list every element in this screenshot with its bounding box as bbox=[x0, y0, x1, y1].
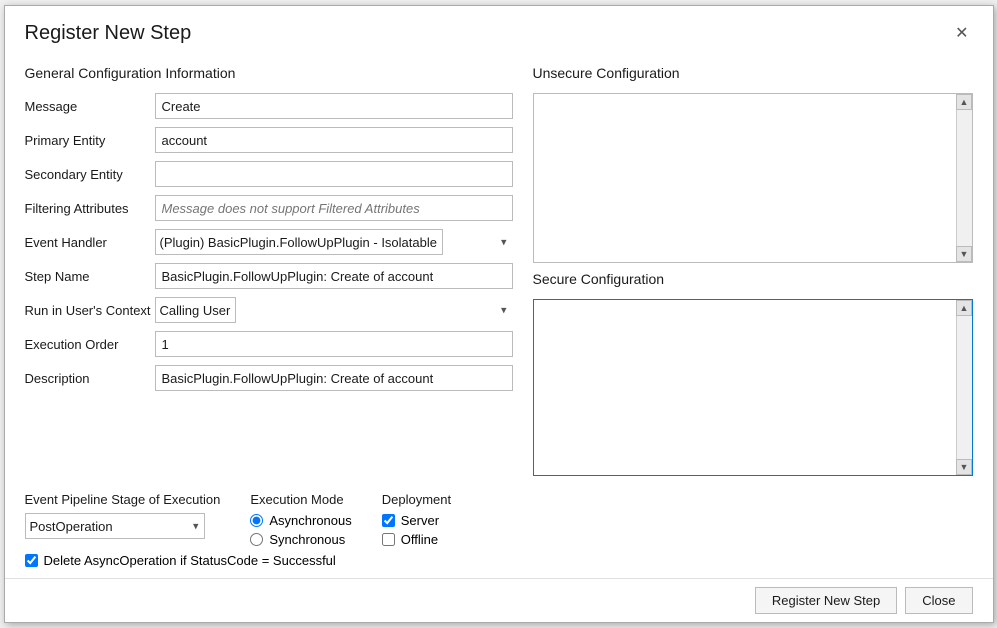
event-handler-row: Event Handler (Plugin) BasicPlugin.Follo… bbox=[25, 229, 513, 255]
secure-scroll-down-btn[interactable]: ▼ bbox=[956, 459, 972, 475]
delete-async-checkbox[interactable] bbox=[25, 554, 38, 567]
run-in-context-row: Run in User's Context Calling User bbox=[25, 297, 513, 323]
secondary-entity-row: Secondary Entity bbox=[25, 161, 513, 187]
primary-entity-row: Primary Entity bbox=[25, 127, 513, 153]
filtering-attributes-row: Filtering Attributes bbox=[25, 195, 513, 221]
event-handler-select-wrapper: (Plugin) BasicPlugin.FollowUpPlugin - Is… bbox=[155, 229, 513, 255]
server-checkbox-label[interactable]: Server bbox=[382, 513, 451, 528]
offline-label: Offline bbox=[401, 532, 438, 547]
event-pipeline-title: Event Pipeline Stage of Execution bbox=[25, 492, 221, 507]
secondary-entity-input[interactable] bbox=[155, 161, 513, 187]
right-config-container: Unsecure Configuration ▲ ▼ Secure Config… bbox=[533, 65, 973, 476]
general-section-title: General Configuration Information bbox=[25, 65, 513, 81]
run-in-context-select[interactable]: Calling User bbox=[155, 297, 236, 323]
secure-scroll-up-btn[interactable]: ▲ bbox=[956, 300, 972, 316]
event-pipeline-section: Event Pipeline Stage of Execution PostOp… bbox=[25, 492, 221, 539]
server-label: Server bbox=[401, 513, 439, 528]
unsecure-config-textarea[interactable] bbox=[534, 94, 956, 262]
scroll-down-btn[interactable]: ▼ bbox=[956, 246, 972, 262]
dialog-footer: Register New Step Close bbox=[5, 578, 993, 622]
close-icon[interactable]: ✕ bbox=[951, 24, 972, 44]
filtering-attributes-label: Filtering Attributes bbox=[25, 201, 155, 216]
pipeline-select-wrapper: PostOperation PreValidation PreOperation bbox=[25, 513, 205, 539]
message-row: Message bbox=[25, 93, 513, 119]
asynchronous-radio-label[interactable]: Asynchronous bbox=[250, 513, 351, 528]
dialog-title: Register New Step bbox=[25, 22, 192, 45]
register-new-step-dialog: Register New Step ✕ General Configuratio… bbox=[4, 5, 994, 623]
execution-order-label: Execution Order bbox=[25, 337, 155, 352]
offline-checkbox[interactable] bbox=[382, 533, 395, 546]
execution-mode-section: Execution Mode Asynchronous Synchronous bbox=[250, 492, 351, 547]
title-bar: Register New Step ✕ bbox=[5, 6, 993, 55]
step-name-label: Step Name bbox=[25, 269, 155, 284]
step-name-input[interactable] bbox=[155, 263, 513, 289]
secure-config-textarea[interactable] bbox=[534, 300, 956, 475]
synchronous-radio-label[interactable]: Synchronous bbox=[250, 532, 351, 547]
left-panel: General Configuration Information Messag… bbox=[25, 65, 513, 476]
execution-order-row: Execution Order bbox=[25, 331, 513, 357]
event-handler-label: Event Handler bbox=[25, 235, 155, 250]
register-new-step-button[interactable]: Register New Step bbox=[755, 587, 897, 614]
scroll-up-btn[interactable]: ▲ bbox=[956, 94, 972, 110]
message-label: Message bbox=[25, 99, 155, 114]
unsecure-config-title: Unsecure Configuration bbox=[533, 65, 973, 81]
secure-config-box: ▲ ▼ bbox=[533, 299, 973, 476]
close-button[interactable]: Close bbox=[905, 587, 972, 614]
execution-mode-radio-group: Asynchronous Synchronous bbox=[250, 513, 351, 547]
synchronous-radio[interactable] bbox=[250, 533, 263, 546]
pipeline-stage-select[interactable]: PostOperation PreValidation PreOperation bbox=[25, 513, 205, 539]
description-label: Description bbox=[25, 371, 155, 386]
deployment-section: Deployment Server Offline bbox=[382, 492, 451, 547]
primary-entity-input[interactable] bbox=[155, 127, 513, 153]
delete-async-row: Delete AsyncOperation if StatusCode = Su… bbox=[25, 553, 973, 568]
asynchronous-radio[interactable] bbox=[250, 514, 263, 527]
deployment-checkbox-group: Server Offline bbox=[382, 513, 451, 547]
message-input[interactable] bbox=[155, 93, 513, 119]
synchronous-label: Synchronous bbox=[269, 532, 345, 547]
execution-mode-title: Execution Mode bbox=[250, 492, 351, 507]
secure-config-section: Secure Configuration ▲ ▼ bbox=[533, 271, 973, 476]
bottom-section: Event Pipeline Stage of Execution PostOp… bbox=[5, 486, 993, 578]
execution-order-input[interactable] bbox=[155, 331, 513, 357]
description-row: Description bbox=[25, 365, 513, 391]
run-in-context-label: Run in User's Context bbox=[25, 303, 155, 318]
right-panel: Unsecure Configuration ▲ ▼ Secure Config… bbox=[533, 65, 973, 476]
offline-checkbox-label[interactable]: Offline bbox=[382, 532, 451, 547]
event-handler-select[interactable]: (Plugin) BasicPlugin.FollowUpPlugin - Is… bbox=[155, 229, 443, 255]
server-checkbox[interactable] bbox=[382, 514, 395, 527]
deployment-title: Deployment bbox=[382, 492, 451, 507]
asynchronous-label: Asynchronous bbox=[269, 513, 351, 528]
primary-entity-label: Primary Entity bbox=[25, 133, 155, 148]
secondary-entity-label: Secondary Entity bbox=[25, 167, 155, 182]
filtering-attributes-input[interactable] bbox=[155, 195, 513, 221]
unsecure-config-box: ▲ ▼ bbox=[533, 93, 973, 263]
step-name-row: Step Name bbox=[25, 263, 513, 289]
description-input[interactable] bbox=[155, 365, 513, 391]
delete-async-label: Delete AsyncOperation if StatusCode = Su… bbox=[44, 553, 336, 568]
run-in-context-select-wrapper: Calling User bbox=[155, 297, 513, 323]
event-pipeline-row: Event Pipeline Stage of Execution PostOp… bbox=[25, 492, 973, 547]
unsecure-config-section: Unsecure Configuration ▲ ▼ bbox=[533, 65, 973, 263]
dialog-body: General Configuration Information Messag… bbox=[5, 55, 993, 486]
secure-scrollbar: ▲ ▼ bbox=[956, 300, 972, 475]
unsecure-scrollbar: ▲ ▼ bbox=[956, 94, 972, 262]
secure-config-title: Secure Configuration bbox=[533, 271, 973, 287]
